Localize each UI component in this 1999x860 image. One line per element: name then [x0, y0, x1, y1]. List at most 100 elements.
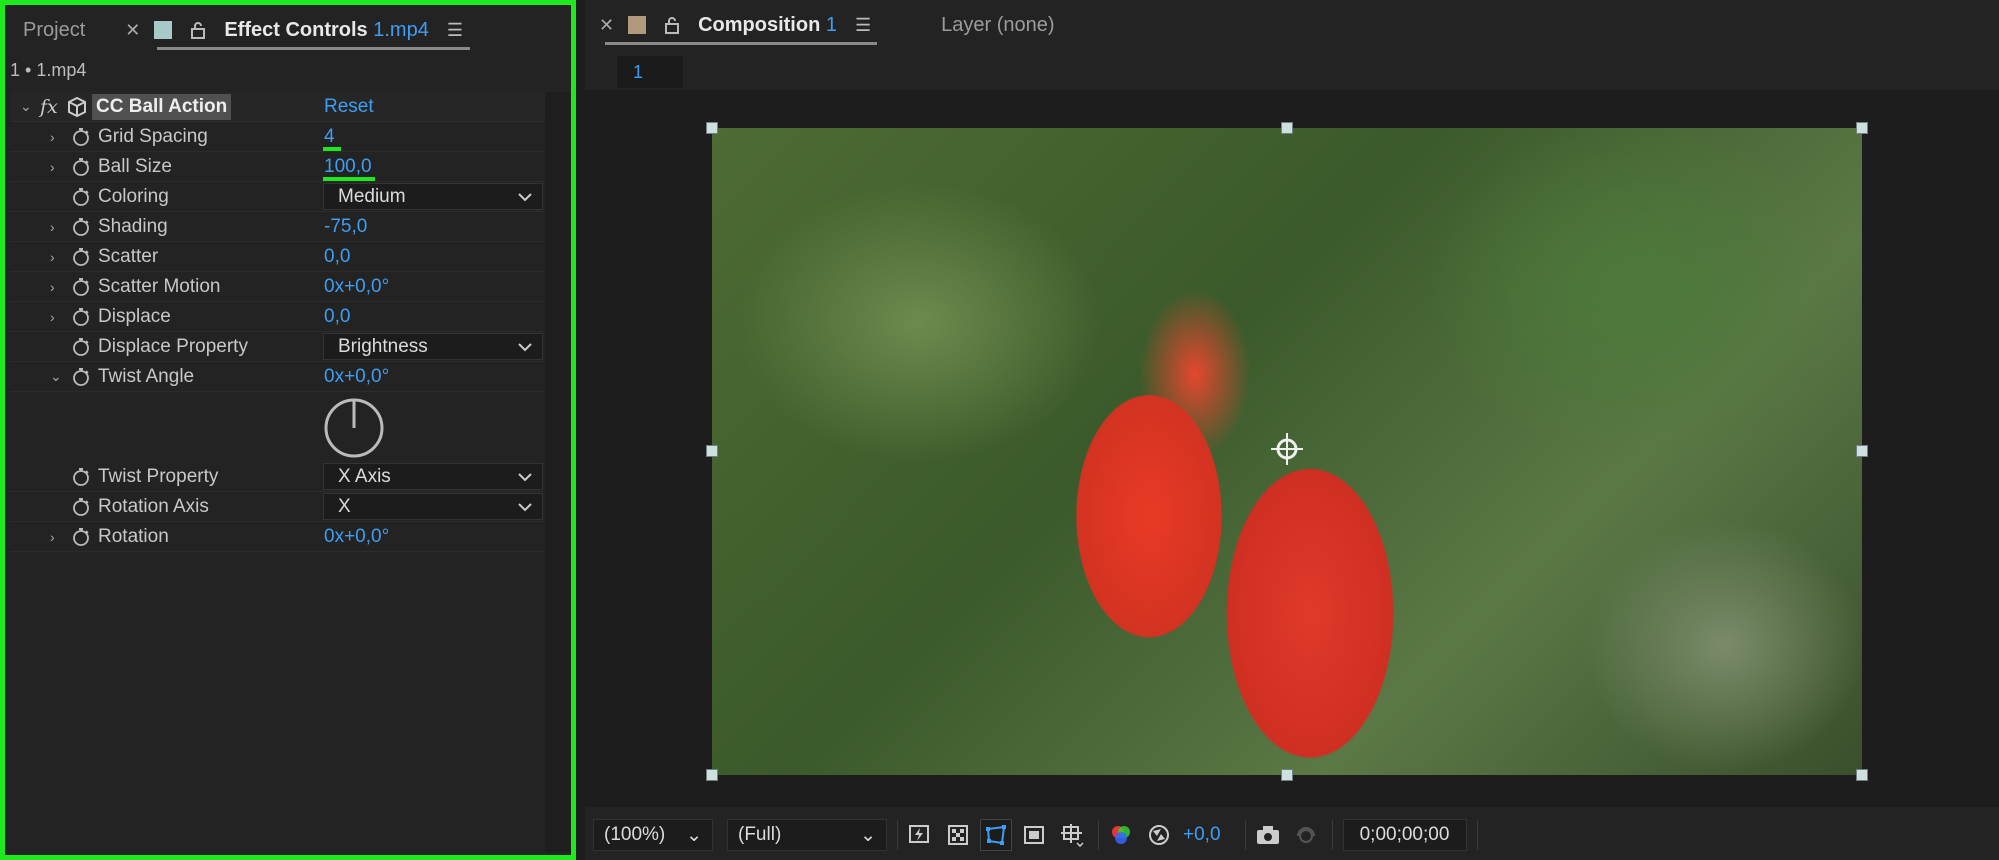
- resolution-value: (Full): [738, 824, 782, 845]
- expand-chevron-icon[interactable]: ›: [50, 529, 64, 545]
- effect-controls-panel: Project ✕ Effect Controls 1.mp4 ☰ 1 • 1.…: [0, 0, 576, 860]
- fast-previews-icon[interactable]: [904, 819, 936, 851]
- transform-handle-bottom-center[interactable]: [1281, 769, 1293, 781]
- stopwatch-icon[interactable]: [71, 247, 91, 267]
- transform-handle-top-left[interactable]: [706, 122, 718, 134]
- fx-icon[interactable]: fx: [40, 96, 58, 118]
- property-row-displace-property[interactable]: Displace Property Brightness: [10, 332, 550, 362]
- property-row-twist-angle[interactable]: ⌄ Twist Angle 0x+0,0°: [10, 362, 550, 392]
- transform-handle-middle-left[interactable]: [706, 445, 718, 457]
- stopwatch-icon[interactable]: [71, 307, 91, 327]
- property-dropdown[interactable]: X: [323, 493, 543, 520]
- stopwatch-icon[interactable]: [71, 467, 91, 487]
- transparency-grid-icon[interactable]: [942, 819, 974, 851]
- property-value[interactable]: 100,0: [324, 156, 372, 178]
- property-value[interactable]: 4: [324, 126, 335, 148]
- current-time-display[interactable]: 0;00;00;00: [1342, 819, 1467, 851]
- effect-name[interactable]: CC Ball Action: [92, 93, 232, 120]
- property-name: Rotation: [98, 525, 169, 547]
- expand-chevron-icon[interactable]: ›: [50, 279, 64, 295]
- magnification-dropdown[interactable]: (100%) ⌄: [593, 819, 713, 851]
- property-row-twist-property[interactable]: Twist Property X Axis: [10, 462, 550, 492]
- property-name: Shading: [98, 215, 168, 237]
- property-row-grid-spacing[interactable]: › Grid Spacing 4: [10, 122, 550, 152]
- expand-chevron-icon[interactable]: ›: [50, 159, 64, 175]
- transform-handle-bottom-right[interactable]: [1856, 769, 1868, 781]
- divider: [897, 820, 898, 850]
- mask-path-visibility-icon[interactable]: [980, 819, 1012, 851]
- tab-layer[interactable]: Layer (none): [931, 0, 1064, 50]
- anchor-point-icon[interactable]: [1269, 431, 1305, 467]
- stopwatch-icon[interactable]: [71, 497, 91, 517]
- property-row-scatter[interactable]: › Scatter 0,0: [10, 242, 550, 272]
- stopwatch-icon[interactable]: [71, 367, 91, 387]
- collapse-chevron-icon[interactable]: ⌄: [20, 98, 32, 115]
- property-row-coloring[interactable]: Coloring Medium: [10, 182, 550, 212]
- close-icon[interactable]: ✕: [599, 15, 614, 36]
- property-value[interactable]: 0,0: [324, 246, 350, 268]
- effect-header-row[interactable]: ⌄ fx CC Ball Action Reset: [10, 92, 550, 122]
- property-value[interactable]: 0x+0,0°: [324, 526, 389, 548]
- stopwatch-icon[interactable]: [71, 157, 91, 177]
- property-row-scatter-motion[interactable]: › Scatter Motion 0x+0,0°: [10, 272, 550, 302]
- region-of-interest-icon[interactable]: [1018, 819, 1050, 851]
- transform-handle-bottom-left[interactable]: [706, 769, 718, 781]
- stopwatch-icon[interactable]: [71, 187, 91, 207]
- exposure-value[interactable]: +0,0: [1183, 824, 1221, 846]
- chevron-down-icon: [518, 496, 532, 518]
- property-row-ball-size[interactable]: › Ball Size 100,0: [10, 152, 550, 182]
- panel-menu-icon[interactable]: ☰: [855, 15, 871, 36]
- property-dropdown[interactable]: Brightness: [323, 333, 543, 360]
- show-snapshot-icon[interactable]: [1290, 819, 1322, 851]
- stopwatch-icon[interactable]: [71, 277, 91, 297]
- angle-dial[interactable]: [322, 396, 386, 465]
- property-dropdown[interactable]: X Axis: [323, 463, 543, 490]
- property-value[interactable]: -75,0: [324, 216, 367, 238]
- label-color-swatch[interactable]: [628, 16, 647, 34]
- stopwatch-icon[interactable]: [71, 527, 91, 547]
- resolution-dropdown[interactable]: (Full) ⌄: [727, 819, 887, 851]
- expand-chevron-icon[interactable]: ›: [50, 249, 64, 265]
- panel-menu-icon[interactable]: ☰: [447, 20, 463, 41]
- expand-chevron-icon[interactable]: ›: [50, 129, 64, 145]
- show-channel-icon[interactable]: [1105, 819, 1137, 851]
- property-row-rotation-axis[interactable]: Rotation Axis X: [10, 492, 550, 522]
- divider: [1476, 820, 1478, 850]
- scrollbar[interactable]: [545, 92, 570, 852]
- stopwatch-icon[interactable]: [71, 217, 91, 237]
- reset-link[interactable]: Reset: [324, 96, 374, 118]
- property-row-shading[interactable]: › Shading -75,0: [10, 212, 550, 242]
- camera-snapshot-icon[interactable]: [1252, 819, 1284, 851]
- property-value[interactable]: 0x+0,0°: [324, 276, 389, 298]
- transform-handle-top-center[interactable]: [1281, 122, 1293, 134]
- property-value[interactable]: 0x+0,0°: [324, 366, 389, 388]
- transform-handle-middle-right[interactable]: [1856, 445, 1868, 457]
- tab-project[interactable]: Project: [5, 5, 125, 55]
- property-value[interactable]: 0,0: [324, 306, 350, 328]
- divider: [1244, 820, 1246, 850]
- label-color-swatch[interactable]: [154, 21, 173, 39]
- property-row-rotation[interactable]: › Rotation 0x+0,0°: [10, 522, 550, 552]
- property-name: Twist Property: [98, 465, 219, 487]
- transform-handle-top-right[interactable]: [1856, 122, 1868, 134]
- close-icon[interactable]: ✕: [125, 20, 140, 41]
- lock-icon[interactable]: [664, 16, 680, 34]
- property-dropdown[interactable]: Medium: [323, 183, 543, 210]
- property-row-displace[interactable]: › Displace 0,0: [10, 302, 550, 332]
- exposure-reset-icon[interactable]: [1143, 819, 1175, 851]
- composition-viewer[interactable]: [585, 90, 1999, 807]
- tab-effect-controls-layer: 1.mp4: [373, 18, 429, 41]
- property-name: Scatter Motion: [98, 275, 221, 297]
- stopwatch-icon[interactable]: [71, 127, 91, 147]
- tab-composition-number: 1: [825, 13, 837, 36]
- expand-chevron-icon[interactable]: ›: [50, 309, 64, 325]
- chevron-down-icon: [518, 336, 532, 358]
- expand-chevron-icon[interactable]: ›: [50, 219, 64, 235]
- collapse-chevron-icon[interactable]: ⌄: [50, 368, 64, 385]
- divider: [1098, 820, 1099, 850]
- chevron-down-icon: [518, 466, 532, 488]
- grid-guides-icon[interactable]: [1056, 819, 1088, 851]
- lock-icon[interactable]: [190, 21, 206, 39]
- composition-breadcrumb[interactable]: 1: [617, 56, 683, 88]
- stopwatch-icon[interactable]: [71, 337, 91, 357]
